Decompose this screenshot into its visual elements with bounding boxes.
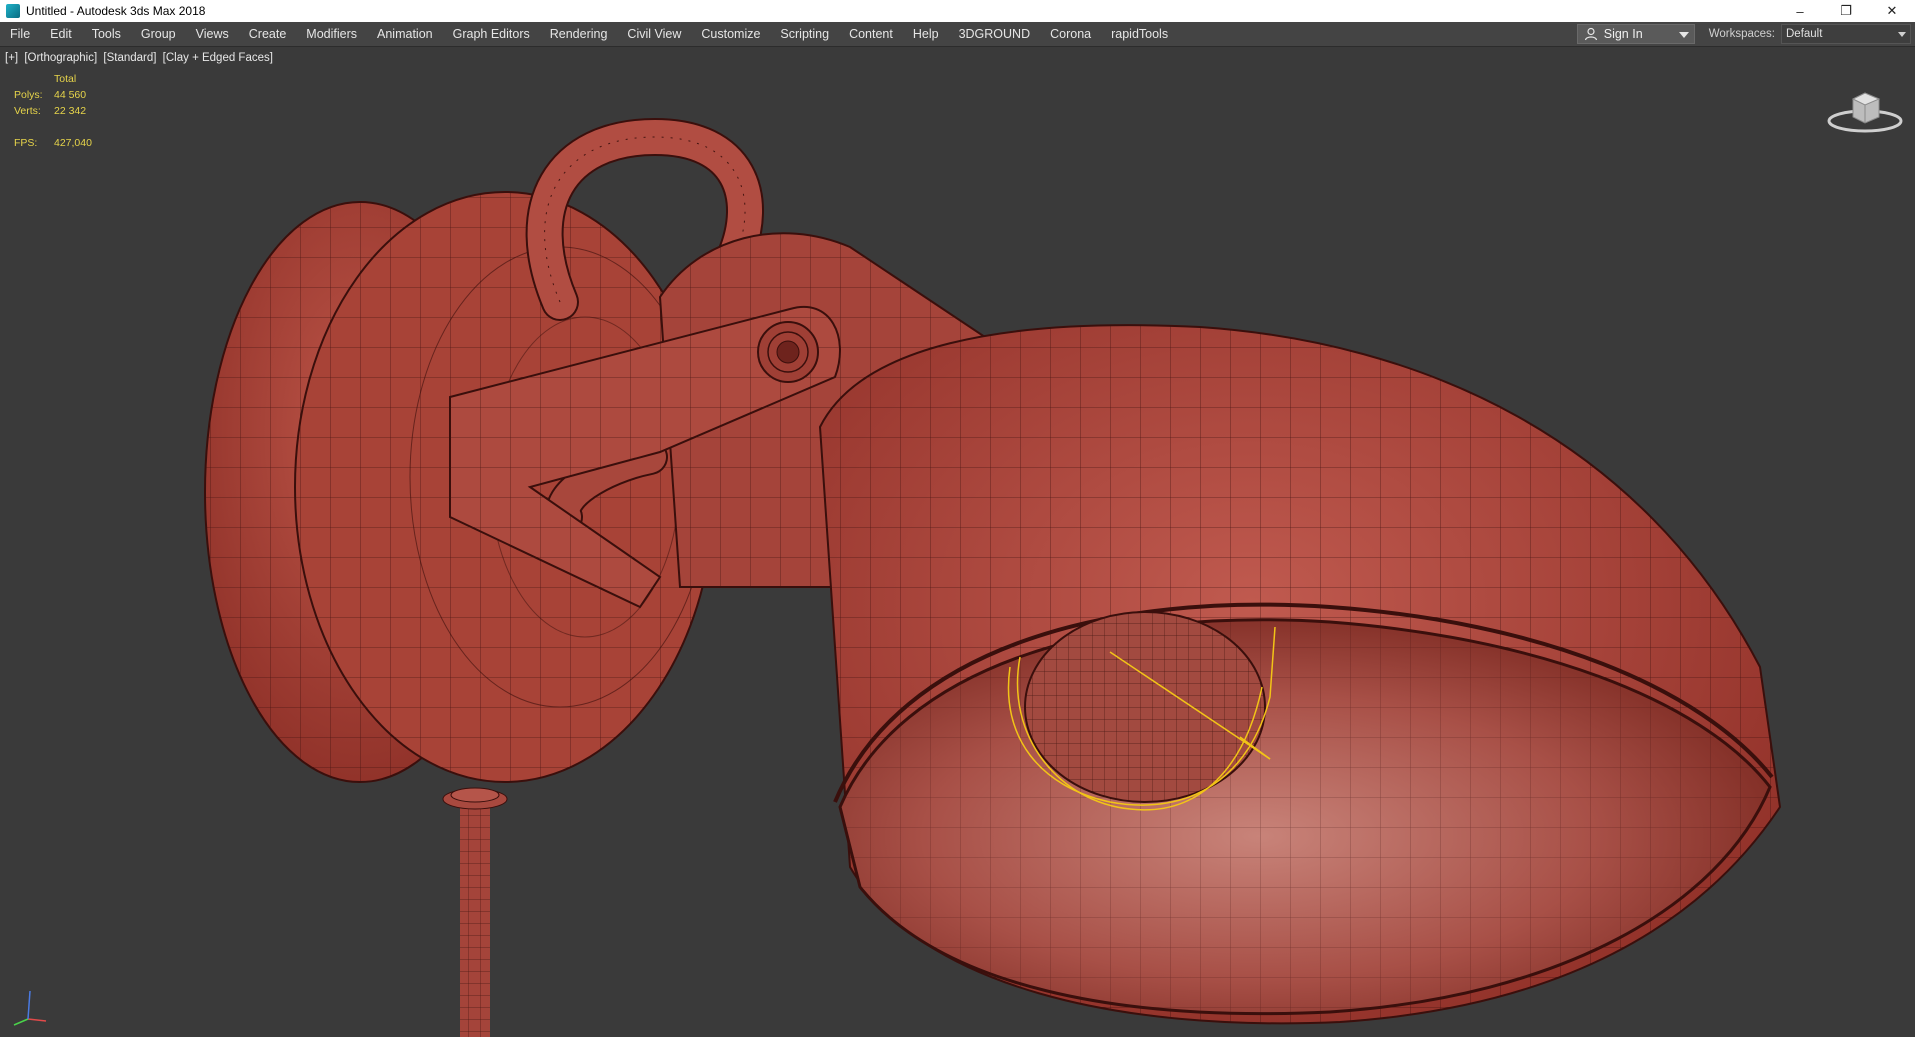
minimize-button[interactable]: –	[1777, 0, 1823, 22]
close-button[interactable]: ✕	[1869, 0, 1915, 22]
viewport-point-of-view[interactable]: [Orthographic]	[24, 52, 97, 64]
window-title: Untitled - Autodesk 3ds Max 2018	[26, 4, 206, 18]
workspace-value: Default	[1786, 28, 1823, 40]
menu-3dground[interactable]: 3DGROUND	[949, 22, 1041, 46]
title-bar: Untitled - Autodesk 3ds Max 2018 – ❐ ✕	[0, 0, 1915, 22]
stats-header: Total	[54, 73, 77, 85]
menu-modifiers[interactable]: Modifiers	[296, 22, 367, 46]
viewport-label[interactable]: [+] [Orthographic] [Standard] [Clay + Ed…	[5, 52, 276, 64]
workspace-select[interactable]: Default	[1781, 24, 1911, 44]
viewport-shading-preset[interactable]: [Standard]	[103, 52, 156, 64]
menu-content[interactable]: Content	[839, 22, 903, 46]
polys-label: Polys:	[14, 89, 43, 101]
menu-rendering[interactable]: Rendering	[540, 22, 618, 46]
menu-corona[interactable]: Corona	[1040, 22, 1101, 46]
light-bulb[interactable]	[1024, 611, 1266, 803]
chevron-down-icon	[1678, 32, 1689, 38]
viewport-display-mode[interactable]: [Clay + Edged Faces]	[163, 52, 273, 64]
menu-tools[interactable]: Tools	[82, 22, 131, 46]
menu-scripting[interactable]: Scripting	[770, 22, 839, 46]
menu-edit[interactable]: Edit	[40, 22, 82, 46]
verts-value: 22 342	[54, 105, 87, 117]
menu-rapidtools[interactable]: rapidTools	[1101, 22, 1178, 46]
menu-graph-editors[interactable]: Graph Editors	[443, 22, 540, 46]
viewport-scene[interactable]	[0, 47, 1915, 1037]
verts-label: Verts:	[14, 105, 41, 117]
sign-in-dropdown[interactable]: Sign In	[1576, 24, 1695, 44]
user-icon	[1584, 27, 1597, 41]
fps-label: FPS:	[14, 137, 38, 149]
menu-help[interactable]: Help	[903, 22, 949, 46]
menu-civil-view[interactable]: Civil View	[617, 22, 691, 46]
menu-file[interactable]: File	[0, 22, 40, 46]
perspective-viewport[interactable]: [+] [Orthographic] [Standard] [Clay + Ed…	[0, 47, 1915, 1037]
menu-views[interactable]: Views	[186, 22, 239, 46]
menu-create[interactable]: Create	[239, 22, 297, 46]
workspaces-label: Workspaces:	[1708, 28, 1775, 40]
menu-customize[interactable]: Customize	[691, 22, 770, 46]
menu-animation[interactable]: Animation	[367, 22, 443, 46]
menu-bar: File Edit Tools Group Views Create Modif…	[0, 22, 1915, 47]
polys-value: 44 560	[54, 89, 87, 101]
viewport-menu-plus[interactable]: [+]	[5, 52, 18, 64]
app-icon	[6, 4, 20, 18]
chevron-down-icon	[1898, 32, 1906, 37]
stem-rod[interactable]	[442, 787, 508, 1037]
restore-button[interactable]: ❐	[1823, 0, 1869, 22]
axis-tripod-icon	[13, 990, 47, 1026]
lamp-shade[interactable]	[818, 324, 1782, 1025]
fps-value: 427,040	[54, 137, 92, 149]
menu-group[interactable]: Group	[131, 22, 186, 46]
viewport-statistics: Total Polys: 44 560 Verts: 22 342 FPS: 427,…	[14, 71, 92, 151]
viewcube-icon[interactable]	[1825, 79, 1905, 139]
sign-in-label: Sign In	[1603, 27, 1643, 41]
